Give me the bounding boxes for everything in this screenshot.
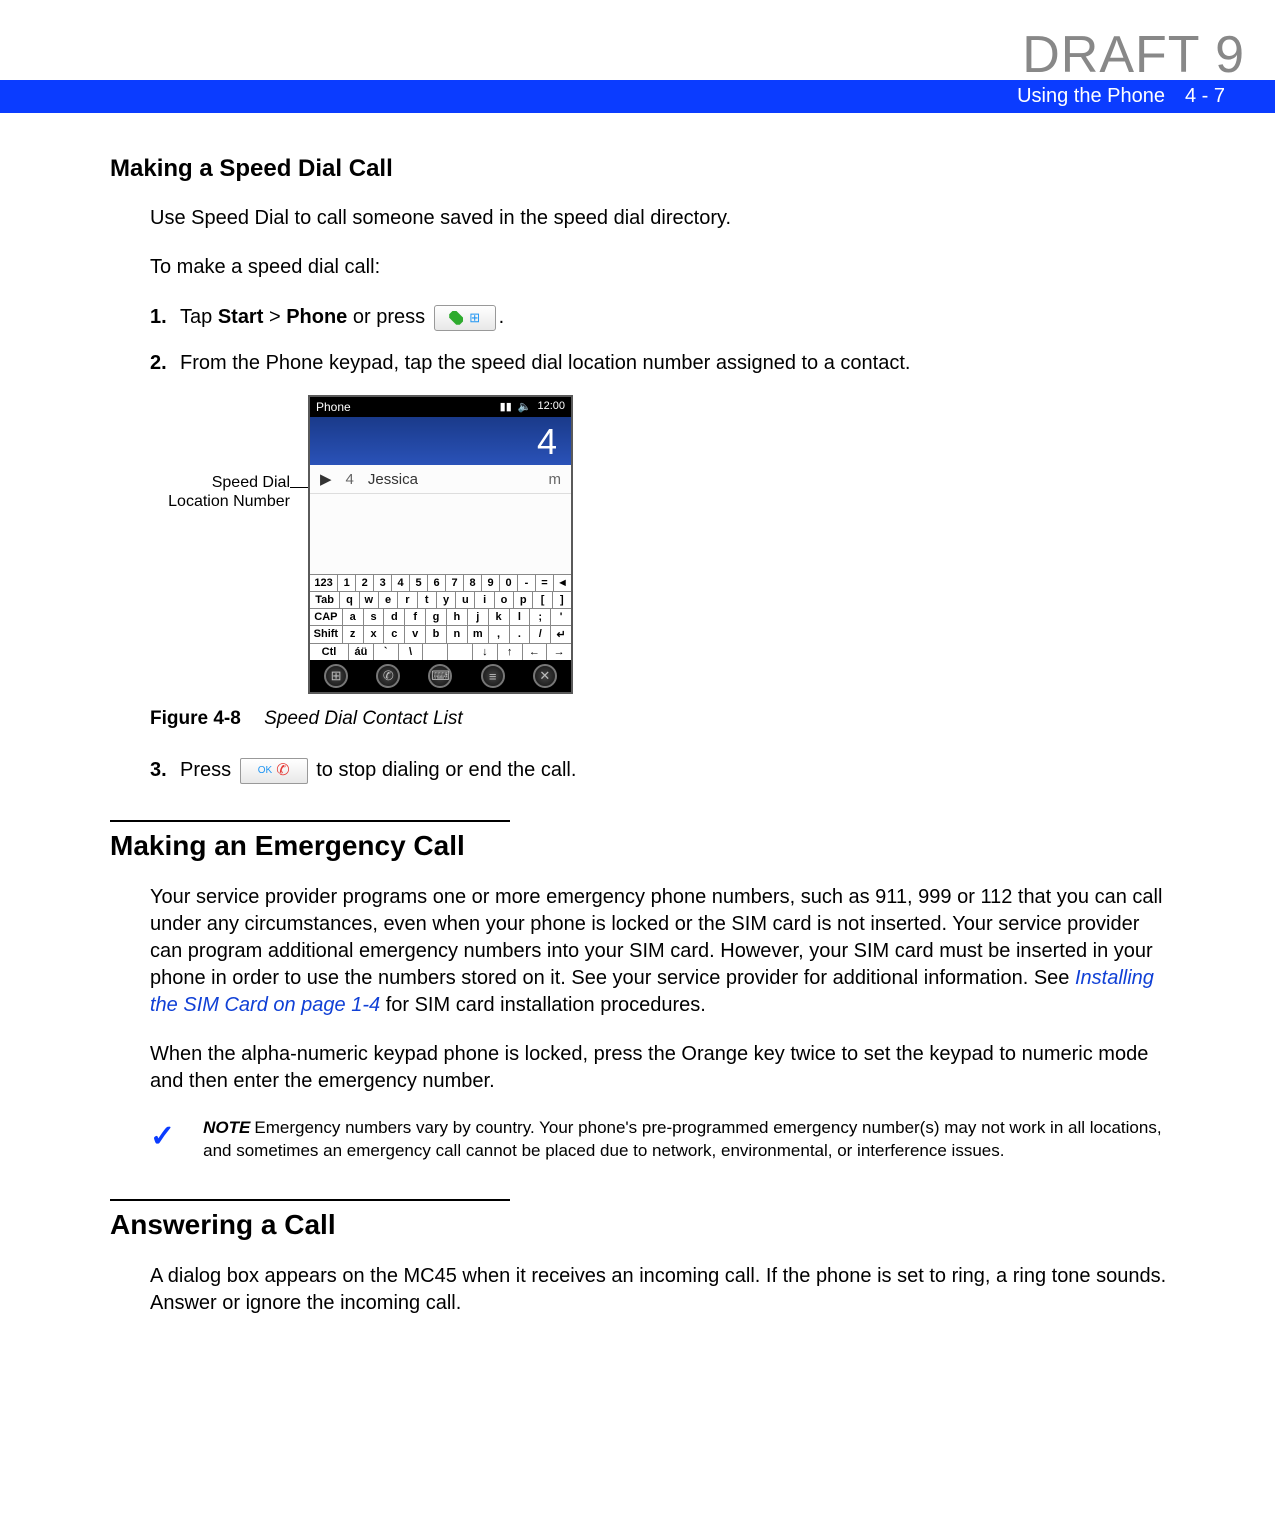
- draft-watermark: DRAFT 9: [1022, 25, 1245, 85]
- emergency-para-1: Your service provider programs one or mo…: [150, 884, 1175, 1019]
- text: to stop dialing or end the call.: [311, 759, 577, 781]
- app-title: Phone: [316, 400, 351, 414]
- step-2-text: From the Phone keypad, tap the speed dia…: [180, 349, 1175, 377]
- status-icons: ▮▮ 🔈 12:00: [500, 400, 565, 414]
- heading-emergency: Making an Emergency Call: [110, 830, 1175, 862]
- note-block: ✓ NOTEEmergency numbers vary by country.…: [150, 1117, 1175, 1163]
- phone-screenshot: Phone ▮▮ 🔈 12:00 4 ▶ 4 Jessica m 1231234…: [308, 395, 573, 694]
- step-num: 1.: [150, 306, 180, 329]
- header-title: Using the Phone: [1017, 85, 1165, 108]
- signal-icon: ▮▮: [500, 400, 512, 414]
- step-num: 3.: [150, 759, 180, 782]
- entry-num: 4: [346, 471, 354, 488]
- kb-row2: Tabqwertyuiop[]: [310, 591, 571, 608]
- step-3: 3. Press OK ✆ to stop dialing or end the …: [150, 756, 1175, 784]
- note-text: Emergency numbers vary by country. Your …: [203, 1118, 1161, 1160]
- clock: 12:00: [537, 400, 565, 414]
- ok-label: OK: [258, 764, 272, 778]
- end-call-button-icon: OK ✆: [240, 758, 308, 784]
- text: or press: [347, 306, 430, 328]
- text: Tap: [180, 306, 218, 328]
- menu-icon: ≡: [481, 664, 505, 688]
- text: Press: [180, 759, 237, 781]
- page-number: 4 - 7: [1185, 85, 1225, 108]
- callout-label: Speed Dial Location Number: [150, 473, 290, 511]
- close-icon: ✕: [533, 664, 557, 688]
- kb-row3: CAPasdfghjkl;': [310, 608, 571, 625]
- speed-dial-entry: ▶ 4 Jessica m: [310, 465, 571, 494]
- text: .: [499, 306, 505, 328]
- note-label: NOTE: [203, 1118, 250, 1137]
- emergency-para-2: When the alpha-numeric keypad phone is l…: [150, 1041, 1175, 1095]
- bold-phone: Phone: [286, 306, 347, 328]
- dialed-number: 4: [310, 417, 571, 465]
- call-button-icon: [434, 305, 496, 331]
- step-1-text: Tap Start > Phone or press .: [180, 303, 1175, 331]
- phone-titlebar: Phone ▮▮ 🔈 12:00: [310, 397, 571, 417]
- figure-title: Speed Dial Contact List: [264, 708, 463, 729]
- figure-4-8: Speed Dial Location Number Phone ▮▮ 🔈 12…: [150, 395, 1175, 694]
- callout-connector: [290, 487, 308, 488]
- page-header: Using the Phone 4 - 7: [0, 80, 1275, 113]
- blank-area: [310, 494, 571, 574]
- section-divider: [110, 820, 510, 822]
- phone-bottom-bar: ⊞ ✆ ⌨ ≡ ✕: [310, 660, 571, 692]
- text: >: [263, 306, 286, 328]
- figure-label: Figure 4-8: [150, 708, 241, 729]
- figure-caption: Figure 4-8 Speed Dial Contact List: [150, 708, 1175, 730]
- phone-icon: ✆: [376, 664, 400, 688]
- text: for SIM card installation procedures.: [380, 994, 706, 1016]
- intro-text-1: Use Speed Dial to call someone saved in …: [150, 205, 1175, 232]
- section-divider: [110, 1199, 510, 1201]
- heading-answering: Answering a Call: [110, 1209, 1175, 1241]
- checkmark-icon: ✓: [150, 1119, 175, 1154]
- on-screen-keyboard: 1231234567890-=◄ Tabqwertyuiop[] CAPasdf…: [310, 574, 571, 660]
- hangup-icon: ✆: [276, 760, 289, 782]
- speaker-icon: 🔈: [518, 400, 532, 414]
- entry-name: Jessica: [368, 471, 418, 488]
- kb-row4: Shiftzxcvbnm,./↵: [310, 625, 571, 643]
- entry-type: m: [549, 471, 562, 488]
- note-body: NOTEEmergency numbers vary by country. Y…: [203, 1117, 1175, 1163]
- keyboard-icon: ⌨: [428, 664, 452, 688]
- heading-speed-dial: Making a Speed Dial Call: [110, 155, 1175, 183]
- text: Your service provider programs one or mo…: [150, 886, 1162, 989]
- bold-start: Start: [218, 306, 264, 328]
- kb-row1: 1231234567890-=◄: [310, 574, 571, 591]
- answering-para-1: A dialog box appears on the MC45 when it…: [150, 1263, 1175, 1317]
- step-1: 1. Tap Start > Phone or press .: [150, 303, 1175, 331]
- callout-line2: Location Number: [168, 493, 290, 510]
- intro-text-2: To make a speed dial call:: [150, 254, 1175, 281]
- step-2: 2. From the Phone keypad, tap the speed …: [150, 349, 1175, 377]
- step-num: 2.: [150, 352, 180, 375]
- arrow-icon: ▶: [320, 470, 332, 488]
- windows-icon: ⊞: [324, 664, 348, 688]
- callout-line1: Speed Dial: [212, 474, 290, 491]
- kb-row5: Ctláü`\ ↓↑←→: [310, 643, 571, 660]
- step-3-text: Press OK ✆ to stop dialing or end the cal…: [180, 756, 1175, 784]
